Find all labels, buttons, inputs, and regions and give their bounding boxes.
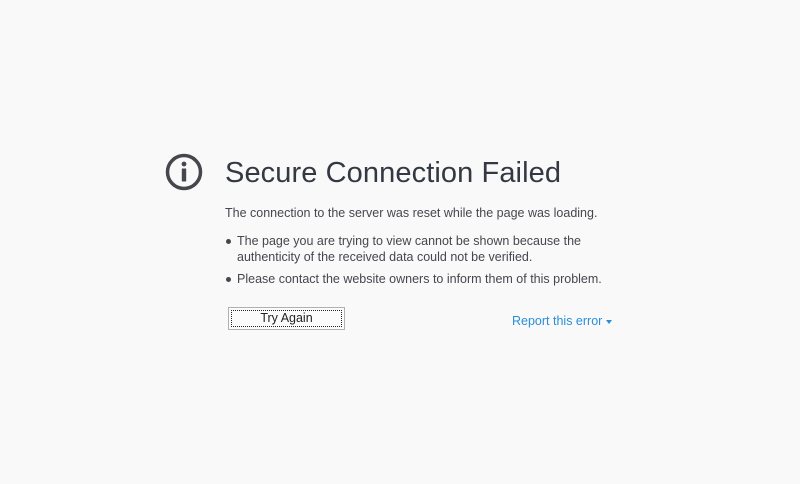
list-item-text: The page you are trying to view cannot b… (237, 234, 581, 264)
list-item-text: Please contact the website owners to inf… (237, 272, 602, 286)
chevron-down-icon (606, 319, 613, 324)
list-item: The page you are trying to view cannot b… (225, 233, 629, 265)
info-icon (165, 153, 203, 191)
report-error-link[interactable]: Report this error (512, 313, 613, 329)
error-description: The connection to the server was reset w… (225, 205, 645, 293)
list-item: Please contact the website owners to inf… (225, 271, 629, 287)
error-summary: The connection to the server was reset w… (225, 206, 598, 220)
try-again-label: Try Again (231, 310, 342, 327)
page-title: Secure Connection Failed (225, 157, 562, 189)
report-error-label: Report this error (512, 314, 603, 328)
error-page: Secure Connection Failed The connection … (0, 0, 800, 484)
try-again-button[interactable]: Try Again (228, 307, 345, 330)
bullet-icon (226, 277, 231, 282)
bullet-icon (226, 239, 231, 244)
error-details-list: The page you are trying to view cannot b… (225, 233, 645, 287)
